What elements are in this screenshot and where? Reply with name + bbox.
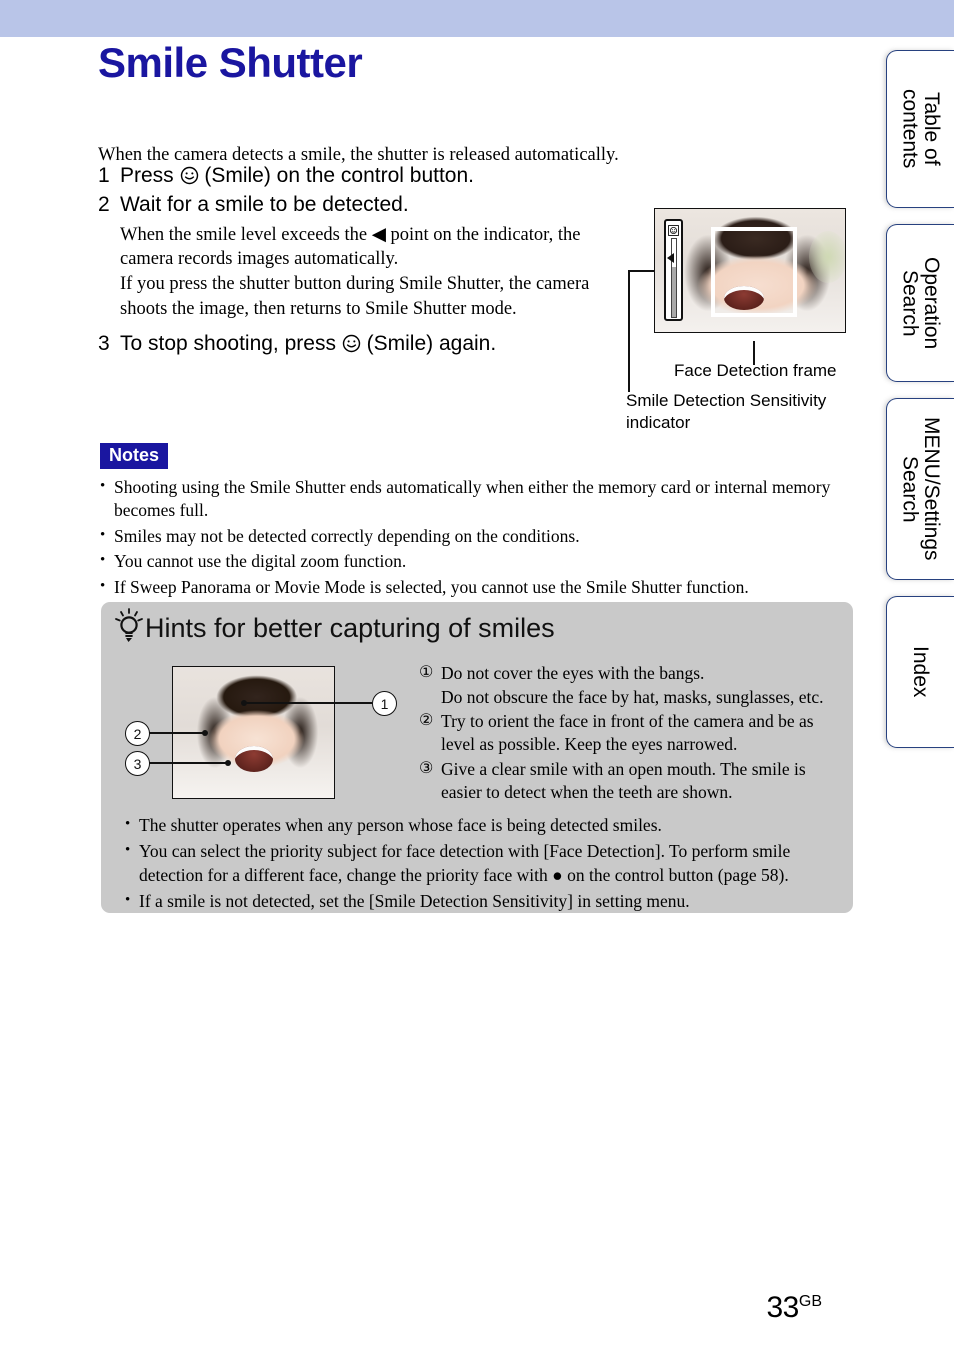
hints-bullet-item: • You can select the priority subject fo… [125,840,835,887]
hint-item-2: ② Try to orient the face in front of the… [419,710,839,757]
step-1-text-before: Press [120,164,180,187]
hint-item-3: ③ Give a clear smile with an open mouth.… [419,758,839,805]
smile-icon [668,223,679,236]
note-item-text: Shooting using the Smile Shutter ends au… [114,477,831,520]
step-2-number: 2 [98,192,110,216]
callout-1-marker: 1 [372,691,397,716]
page-number-value: 33 [766,1291,800,1324]
tab-index-label: Index [909,646,933,698]
note-item-text: You cannot use the digital zoom function… [114,551,407,572]
callout-3-leader-line [148,762,228,764]
tab-operation-search[interactable]: Operation Search [886,224,954,382]
sensitivity-leader-line-vertical [628,270,630,392]
tab-index[interactable]: Index [886,596,954,748]
tab-operation-search-label: Operation Search [898,256,943,350]
hint-item-1: ① Do not cover the eyes with the bangs. [419,662,839,685]
step-2: 2 Wait for a smile to be detected. [98,192,698,219]
page-content: Smile Shutter When the camera detects a … [0,0,880,1369]
note-item-text: If Sweep Panorama or Movie Mode is selec… [114,577,749,597]
bullet-icon: • [100,578,106,594]
hint-2-number: ② [419,711,434,729]
sensitivity-threshold-marker-icon [667,253,674,263]
hints-bullet-text: You can select the priority subject for … [139,841,791,885]
bullet-icon: • [125,816,131,832]
hints-bullet-list: • The shutter operates when any person w… [125,814,835,916]
note-item: • You cannot use the digital zoom functi… [100,550,856,573]
note-item: • Shooting using the Smile Shutter ends … [100,476,856,522]
hint-2-text: Try to orient the face in front of the c… [441,710,814,755]
hints-bullet-text: If a smile is not detected, set the [Smi… [139,890,690,911]
callout-3-marker: 3 [125,751,150,776]
hints-bullet-text: The shutter operates when any person who… [139,815,662,835]
page-title: Smile Shutter [98,39,363,86]
hint-1-number: ① [419,664,434,681]
callout-1-label: 1 [380,695,389,712]
sensitivity-level-bar [671,238,677,318]
hints-photo-open-mouth [234,745,273,772]
callout-2-marker: 2 [125,721,150,746]
step-1-text: Press (Smile) on the control button. [120,163,698,190]
hints-numbered-list: ① Do not cover the eyes with the bangs. … [419,662,839,806]
step-3-text: To stop shooting, press (Smile) again. [120,331,698,358]
notes-badge: Notes [100,443,169,469]
steps-list: 1 Press (Smile) on the control button. 2… [98,163,698,360]
smile-icon [342,334,361,353]
note-item: • Smiles may not be detected correctly d… [100,525,856,548]
hint-1-text-line-2: Do not obscure the face by hat, masks, s… [441,687,824,708]
bullet-icon: • [100,526,106,543]
camera-lcd-preview [654,208,846,333]
sensitivity-leader-line-horizontal [629,270,655,272]
step-1-text-after: (Smile) on the control button. [198,164,474,187]
step-1: 1 Press (Smile) on the control button. [98,163,698,190]
step-3: 3 To stop shooting, press (Smile) again. [98,331,698,358]
sensitivity-indicator-caption: Smile Detection Sensitivity indicator [626,390,856,434]
step-3-text-after: (Smile) again. [360,332,497,356]
lcd-background-blur [809,231,845,284]
sensitivity-caption-line-1: Smile Detection Sensitivity [626,391,827,410]
hints-bullet-item: • The shutter operates when any person w… [125,814,835,837]
smile-icon [180,166,199,185]
face-detection-frame [711,227,797,317]
hints-panel: Hints for better capturing of smiles 1 2… [101,602,853,913]
smile-detection-sensitivity-indicator [664,219,683,321]
step-2-detail-line-2: If you press the shutter button during S… [120,273,590,319]
bullet-icon: • [125,842,131,859]
tab-menu-settings-search-label: MENU/Settings Search [898,417,943,561]
hints-bullet-item: • If a smile is not detected, set the [S… [125,890,835,913]
sensitivity-caption-line-2: indicator [626,413,691,433]
bullet-icon: • [100,478,106,494]
step-1-number: 1 [98,164,110,187]
note-item-text: Smiles may not be detected correctly dep… [114,525,580,546]
callout-2-leader-line [148,732,205,734]
callout-3-label: 3 [133,755,142,772]
camera-screen-figure: Face Detection frame Smile Detection Sen… [626,208,874,432]
hint-3-text: Give a clear smile with an open mouth. T… [441,758,806,803]
lightbulb-icon [113,608,145,644]
step-2-detail-line-1: When the smile level exceeds the ◀ point… [120,224,581,270]
tab-table-of-contents[interactable]: Table of contents [886,50,954,208]
hints-panel-title: Hints for better capturing of smiles [145,613,555,643]
bullet-icon: • [125,891,131,908]
page-number: 33GB [767,1291,823,1325]
hint-1-text: Do not cover the eyes with the bangs. [441,663,705,683]
page-number-suffix: GB [798,1293,822,1310]
notes-list: • Shooting using the Smile Shutter ends … [100,476,856,602]
hint-3-number: ③ [419,759,434,777]
face-detection-frame-caption: Face Detection frame [674,361,837,380]
step-3-number: 3 [98,332,110,356]
callout-1-leader-line [246,702,372,704]
step-3-text-before: To stop shooting, press [120,332,342,356]
tab-menu-settings-search[interactable]: MENU/Settings Search [886,398,954,580]
bullet-icon: • [100,552,106,569]
step-2-text: Wait for a smile to be detected. [120,192,409,216]
tab-table-of-contents-label: Table of contents [898,89,943,169]
step-2-detail: When the smile level exceeds the ◀ point… [120,223,630,321]
note-item: • If Sweep Panorama or Movie Mode is sel… [100,576,856,599]
callout-2-label: 2 [133,725,142,742]
